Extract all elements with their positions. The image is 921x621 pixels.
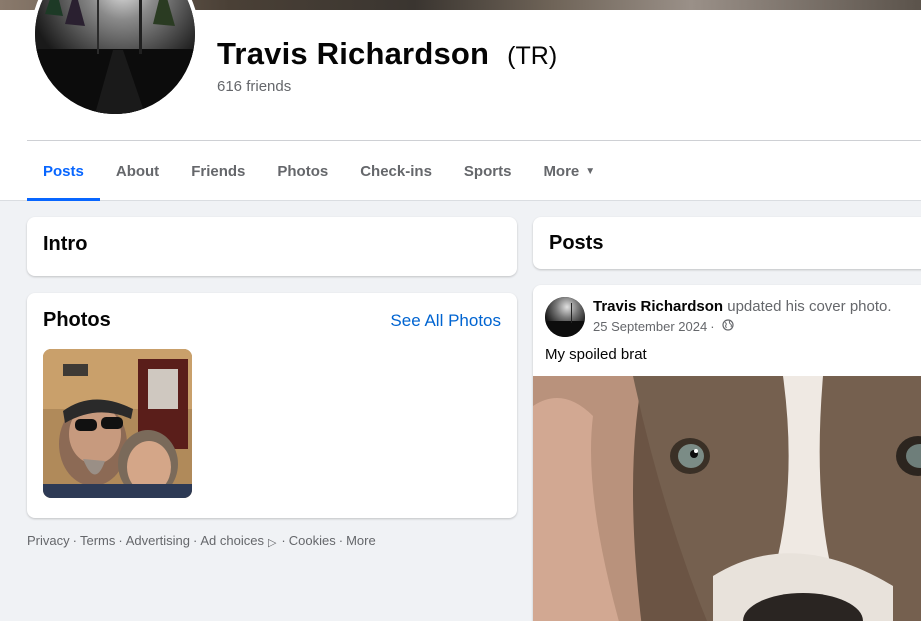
tab-friends[interactable]: Friends: [175, 141, 261, 201]
tab-label: More: [543, 162, 580, 180]
post-date[interactable]: 25 September 2024: [593, 319, 707, 334]
tab-more[interactable]: More ▼: [527, 141, 611, 201]
intro-card: Intro: [27, 217, 517, 276]
tab-label: Photos: [277, 162, 329, 180]
footer-separator: ·: [338, 533, 344, 548]
caret-down-icon: ▼: [585, 165, 596, 177]
tab-label: Sports: [463, 162, 512, 180]
tab-posts[interactable]: Posts: [27, 141, 100, 201]
globe-icon[interactable]: [721, 319, 734, 334]
profile-tabs: Posts About Friends Photos Check-ins Spo…: [27, 141, 611, 201]
posts-title: Posts: [549, 232, 604, 254]
post-action: updated his cover photo.: [727, 298, 892, 315]
post-author-name[interactable]: Travis Richardson: [593, 298, 723, 315]
tab-label: Posts: [43, 162, 84, 180]
date-separator: ·: [710, 319, 715, 334]
cookies-link[interactable]: Cookies: [289, 533, 336, 548]
footer-separator: ·: [281, 533, 286, 548]
footer-links: Privacy · Terms · Advertising · Ad choic…: [27, 532, 376, 549]
photo-thumbnail[interactable]: [43, 349, 192, 498]
post-date-line: 25 September 2024 ·: [593, 319, 734, 334]
footer-more-link[interactable]: More: [346, 533, 376, 548]
tab-photos[interactable]: Photos: [261, 141, 344, 201]
post-text: My spoiled brat: [545, 346, 647, 363]
post-author-avatar[interactable]: [545, 297, 585, 337]
tab-check-ins[interactable]: Check-ins: [344, 141, 448, 201]
footer-separator: ·: [118, 533, 123, 548]
profile-name-row: Travis Richardson (TR): [217, 36, 557, 72]
footer-separator: ·: [193, 533, 198, 548]
posts-header-card: Posts: [533, 217, 921, 269]
ad-choices-icon[interactable]: ▷: [268, 536, 276, 549]
profile-name: Travis Richardson: [217, 36, 490, 71]
ad-choices-link[interactable]: Ad choices: [200, 533, 264, 548]
privacy-link[interactable]: Privacy: [27, 533, 70, 548]
post-header-line: Travis Richardson updated his cover phot…: [593, 298, 892, 315]
tab-label: Friends: [191, 162, 246, 180]
advertising-link[interactable]: Advertising: [126, 533, 190, 548]
photos-title[interactable]: Photos: [43, 309, 111, 332]
terms-link[interactable]: Terms: [80, 533, 115, 548]
tab-about[interactable]: About: [100, 141, 175, 201]
post-image[interactable]: [533, 376, 921, 621]
alternate-name: (TR): [507, 42, 558, 70]
post-card: Travis Richardson updated his cover phot…: [533, 285, 921, 621]
photos-card: Photos See All Photos: [27, 293, 517, 518]
friends-count[interactable]: 616 friends: [217, 78, 291, 95]
footer-separator: ·: [72, 533, 77, 548]
intro-title: Intro: [43, 233, 88, 255]
see-all-photos-link[interactable]: See All Photos: [390, 311, 501, 331]
tab-label: Check-ins: [360, 162, 432, 180]
tab-sports[interactable]: Sports: [448, 141, 528, 201]
tab-label: About: [115, 162, 160, 180]
